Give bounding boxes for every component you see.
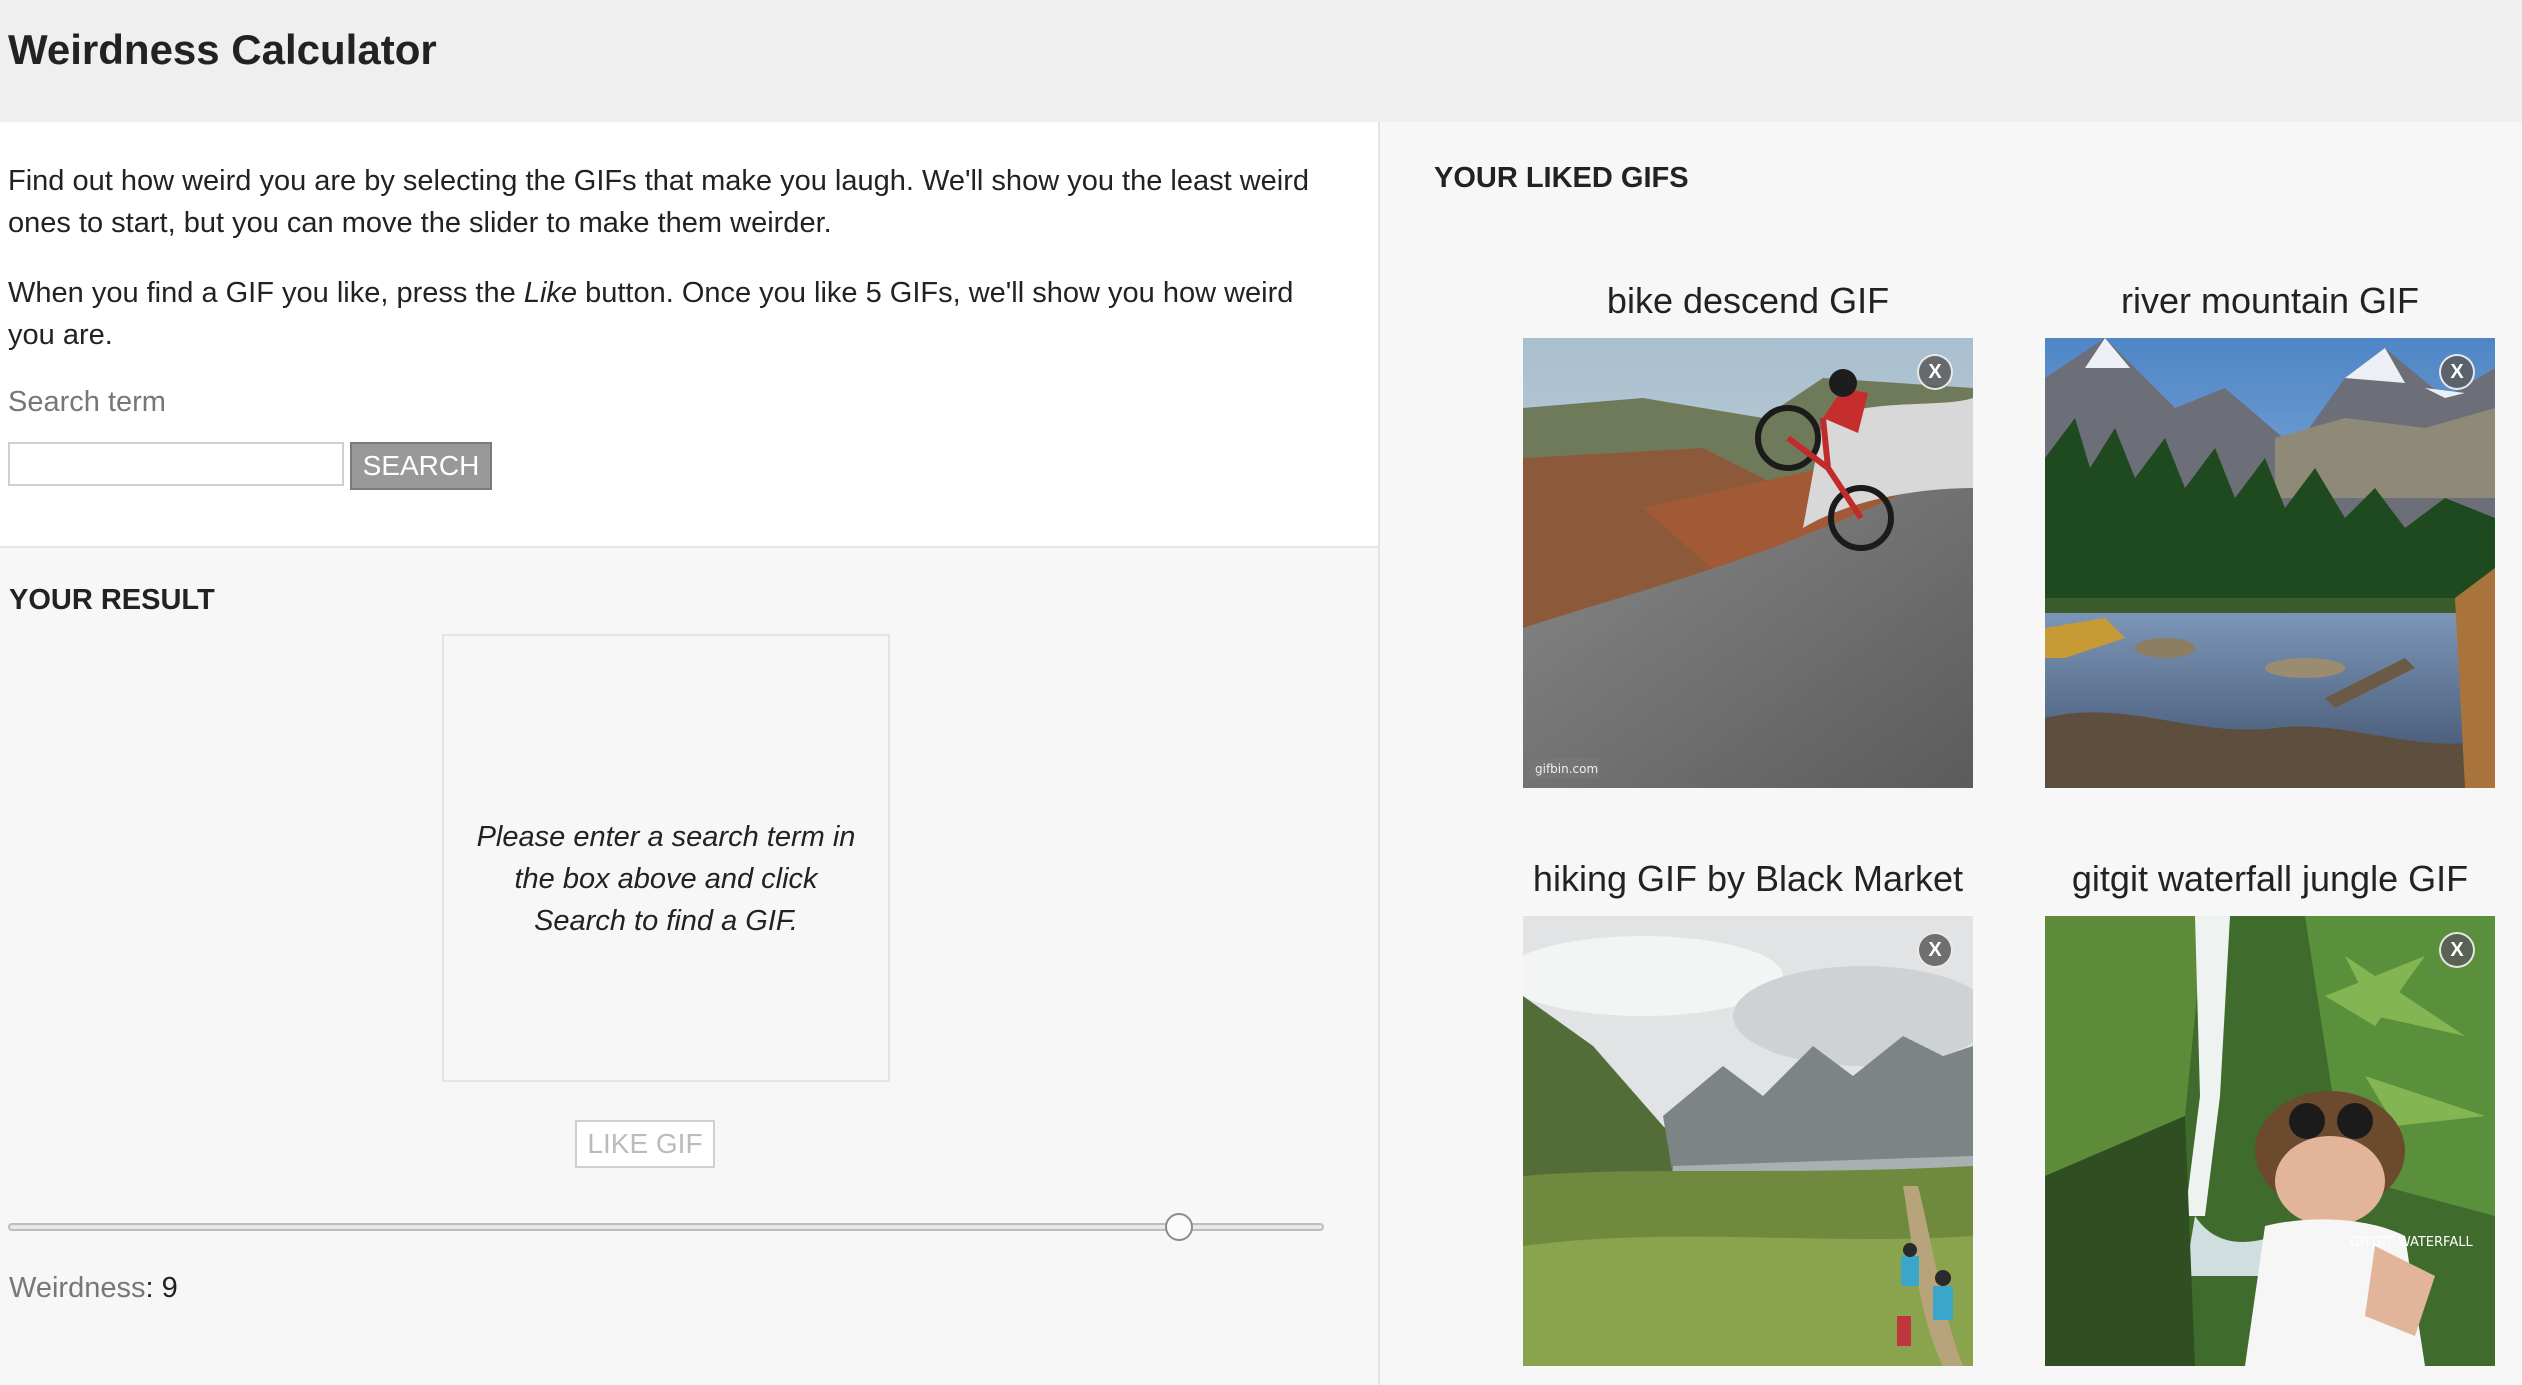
remove-gif-button[interactable]: X	[1917, 354, 1953, 390]
weirdness-label: Weirdness	[9, 1272, 146, 1304]
gif-watermark: gifbin.com	[1535, 762, 1598, 776]
instructions-paragraph: When you find a GIF you like, press the …	[8, 272, 1338, 356]
waterfall-jungle-image: GITGIT WATERFALL	[2045, 916, 2495, 1366]
weirdness-colon: :	[145, 1272, 162, 1304]
bike-descend-image: gifbin.com	[1523, 338, 1973, 788]
search-label: Search term	[8, 386, 166, 418]
section-divider	[0, 546, 1378, 548]
search-input[interactable]	[8, 442, 344, 486]
liked-gif-card: hiking GIF by Black Market X	[1523, 858, 1973, 1366]
weirdness-readout: Weirdness: 9	[9, 1272, 178, 1305]
gif-watermark: GITGIT WATERFALL	[2350, 1235, 2473, 1250]
gif-image: GITGIT WATERFALL X	[2045, 916, 2495, 1366]
search-button[interactable]: SEARCH	[350, 442, 492, 490]
gif-title: river mountain GIF	[2120, 280, 2420, 321]
liked-gif-card: gitgit waterfall jungle GIF GITGIT WATER…	[2045, 858, 2495, 1366]
gif-title: hiking GIF by Black Market	[1532, 858, 1964, 899]
weirdness-slider-track[interactable]	[8, 1223, 1324, 1231]
liked-gif-card: river mountain GIF X	[2045, 280, 2495, 788]
placeholder-message: Please enter a search term in the box ab…	[476, 821, 856, 937]
liked-gifs-heading: YOUR LIKED GIFS	[1434, 162, 1689, 194]
like-gif-button[interactable]: LIKE GIF	[575, 1120, 715, 1168]
weirdness-value: 9	[161, 1272, 178, 1304]
gif-title: gitgit waterfall jungle GIF	[2071, 858, 2469, 899]
river-mountain-image	[2045, 338, 2495, 788]
gif-placeholder: Please enter a search term in the box ab…	[442, 634, 890, 1082]
instructions-text-start: When you find a GIF you like, press the	[8, 277, 524, 309]
remove-gif-button[interactable]: X	[1917, 932, 1953, 968]
weirdness-slider-thumb[interactable]	[1165, 1213, 1193, 1241]
hiking-image	[1523, 916, 1973, 1366]
gif-image: gifbin.com X	[1523, 338, 1973, 788]
remove-gif-button[interactable]: X	[2439, 354, 2475, 390]
gif-image: X	[1523, 916, 1973, 1366]
intro-paragraph: Find out how weird you are by selecting …	[8, 165, 1309, 239]
result-heading: YOUR RESULT	[9, 584, 215, 616]
app-header: Weirdness Calculator	[0, 0, 2522, 122]
like-emphasis: Like	[523, 277, 578, 309]
app-title: Weirdness Calculator	[8, 26, 437, 73]
column-divider	[1378, 122, 1380, 1385]
gif-image: X	[2045, 338, 2495, 788]
gif-title: bike descend GIF	[1606, 280, 1890, 321]
remove-gif-button[interactable]: X	[2439, 932, 2475, 968]
liked-gif-card: bike descend GIF gifbin.com X	[1523, 280, 1973, 788]
